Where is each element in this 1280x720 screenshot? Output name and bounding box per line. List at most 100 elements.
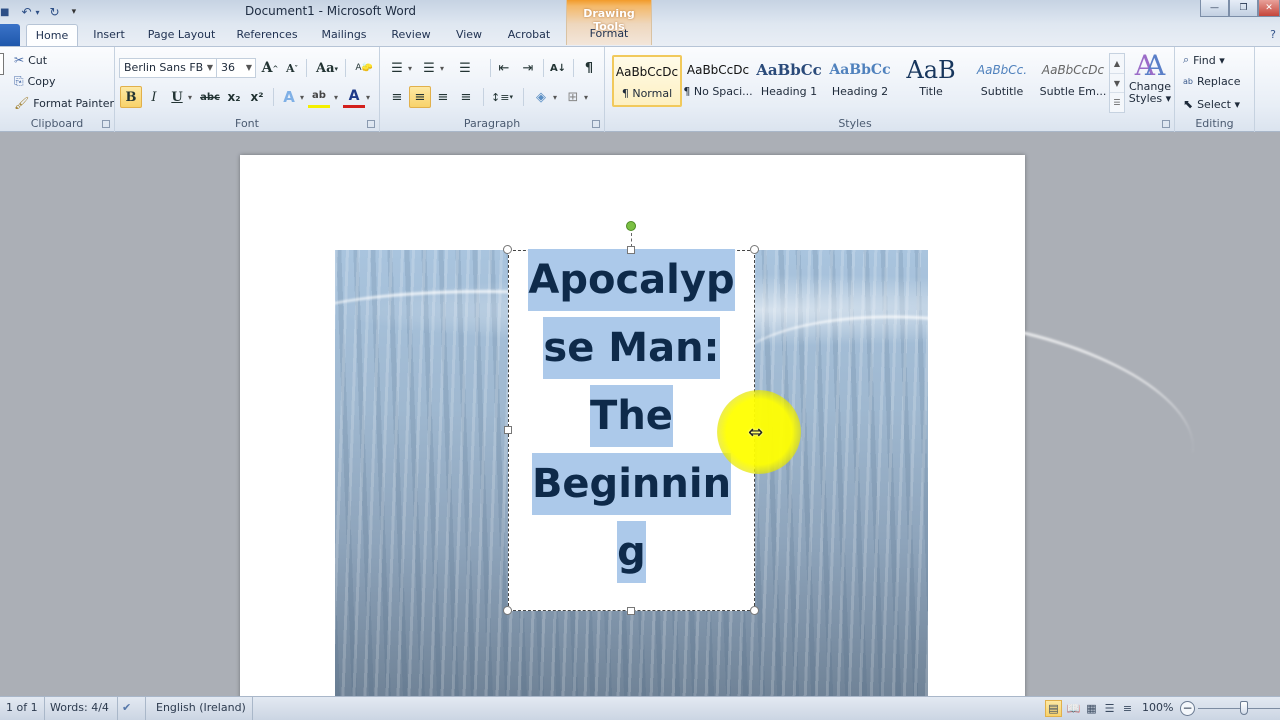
cut-button[interactable]: ✂ Cut — [14, 53, 47, 67]
text-effects-button[interactable]: A — [278, 86, 300, 108]
save-icon[interactable]: ■ — [0, 7, 9, 18]
font-size-select[interactable]: 36 ▼ — [216, 58, 256, 78]
numbering-dropdown-icon[interactable]: ▾ — [440, 64, 444, 73]
proofing-icon[interactable]: ✔ — [116, 697, 146, 720]
style-normal[interactable]: AaBbCcDc ¶ Normal — [612, 55, 682, 107]
styles-launcher-icon[interactable] — [1162, 120, 1170, 128]
tab-view[interactable]: View — [450, 24, 488, 46]
highlight-button[interactable]: ab — [308, 86, 330, 108]
document-page[interactable]: Apocalyp se Man: The Beginnin g ⇔ — [240, 155, 1207, 696]
customize-qat-icon[interactable]: ▾ — [72, 7, 77, 17]
font-launcher-icon[interactable] — [367, 120, 375, 128]
strikethrough-button[interactable]: abc — [199, 86, 221, 108]
zoom-level[interactable]: 100% — [1142, 697, 1173, 719]
style-title[interactable]: AaB Title — [896, 55, 966, 107]
zoom-slider-thumb[interactable] — [1240, 701, 1248, 715]
align-center-button[interactable]: ≡ — [409, 86, 431, 108]
shading-dropdown-icon[interactable]: ▾ — [553, 93, 557, 102]
italic-button[interactable]: I — [143, 86, 165, 108]
bold-button[interactable]: B — [120, 86, 142, 108]
style-subtitle[interactable]: AaBbCc. Subtitle — [967, 55, 1037, 107]
draft-view-icon[interactable]: ≡ — [1119, 700, 1136, 717]
shading-button[interactable]: ◈ — [530, 86, 552, 108]
zoom-slider-track[interactable] — [1198, 708, 1280, 709]
resize-handle-nw[interactable] — [503, 245, 512, 254]
multilevel-list-button[interactable]: ☰ — [454, 57, 476, 79]
tab-review[interactable]: Review — [387, 24, 435, 46]
borders-dropdown-icon[interactable]: ▾ — [584, 93, 588, 102]
format-painter-button[interactable]: 🖌 Format Painter — [14, 96, 114, 110]
restore-button[interactable]: ❐ — [1229, 0, 1258, 17]
resize-handle-ne[interactable] — [750, 245, 759, 254]
find-button[interactable]: ⌕ Find ▾ — [1183, 53, 1225, 67]
style-subtle-emphasis[interactable]: AaBbCcDc Subtle Em... — [1038, 55, 1108, 107]
subscript-button[interactable]: x₂ — [223, 86, 245, 108]
full-screen-reading-icon[interactable]: 📖 — [1065, 700, 1082, 717]
redo-icon[interactable]: ↻ — [50, 5, 60, 19]
justify-button[interactable]: ≡ — [455, 86, 477, 108]
scroll-up-icon[interactable]: ▲ — [1110, 54, 1124, 74]
web-layout-icon[interactable]: ▦ — [1083, 700, 1100, 717]
resize-handle-n[interactable] — [627, 246, 635, 254]
resize-handle-sw[interactable] — [503, 606, 512, 615]
font-color-button[interactable]: A — [343, 86, 365, 108]
text-effects-dropdown-icon[interactable]: ▾ — [300, 93, 304, 102]
underline-button[interactable]: U — [166, 86, 188, 108]
line-spacing-button[interactable]: ↕≡ ▾ — [488, 86, 516, 108]
tab-home[interactable]: Home — [26, 24, 78, 46]
resize-handle-w[interactable] — [504, 426, 512, 434]
sort-button[interactable]: A↓ — [547, 57, 569, 79]
align-left-button[interactable]: ≡ — [386, 86, 408, 108]
select-button[interactable]: ⬉ Select ▾ — [1183, 97, 1240, 111]
change-case-button[interactable]: Aa ▾ — [313, 57, 341, 79]
bullets-dropdown-icon[interactable]: ▾ — [408, 64, 412, 73]
page-count[interactable]: 1 of 1 — [0, 697, 45, 720]
borders-button[interactable]: ⊞ — [562, 86, 584, 108]
tab-acrobat[interactable]: Acrobat — [503, 24, 555, 46]
outline-view-icon[interactable]: ☰ — [1101, 700, 1118, 717]
print-layout-view-icon[interactable]: ▤ — [1045, 700, 1062, 717]
tab-format[interactable]: Format — [567, 23, 651, 45]
font-color-dropdown-icon[interactable]: ▾ — [366, 93, 370, 102]
word-count[interactable]: Words: 4/4 — [42, 697, 118, 720]
tab-mailings[interactable]: Mailings — [316, 24, 372, 46]
zoom-out-button[interactable]: − — [1180, 701, 1195, 716]
scroll-down-icon[interactable]: ▼ — [1110, 74, 1124, 94]
document-area[interactable]: Apocalyp se Man: The Beginnin g ⇔ — [0, 132, 1280, 696]
numbering-button[interactable]: ☰ — [418, 57, 440, 79]
superscript-button[interactable]: x² — [246, 86, 268, 108]
style-no-spacing[interactable]: AaBbCcDc ¶ No Spaci... — [683, 55, 753, 107]
bullets-button[interactable]: ☰ — [386, 57, 408, 79]
font-name-select[interactable]: Berlin Sans FB ▼ — [119, 58, 217, 78]
change-styles-button[interactable]: AA Change Styles ▾ — [1127, 51, 1173, 115]
minimize-button[interactable]: — — [1200, 0, 1229, 17]
paste-icon[interactable] — [0, 53, 4, 75]
resize-handle-s[interactable] — [627, 607, 635, 615]
tab-file[interactable] — [0, 24, 20, 46]
increase-indent-button[interactable]: ⇥ — [517, 57, 539, 79]
replace-button[interactable]: ab Replace — [1183, 75, 1241, 88]
tab-references[interactable]: References — [233, 24, 301, 46]
grow-font-button[interactable]: A ^ — [259, 57, 281, 79]
close-button[interactable]: ✕ — [1258, 0, 1280, 17]
tab-insert[interactable]: Insert — [86, 24, 132, 46]
clipboard-launcher-icon[interactable] — [102, 120, 110, 128]
language-indicator[interactable]: English (Ireland) — [150, 697, 253, 720]
paragraph-launcher-icon[interactable] — [592, 120, 600, 128]
tab-page-layout[interactable]: Page Layout — [144, 24, 219, 46]
rotation-handle[interactable] — [626, 221, 636, 231]
highlight-dropdown-icon[interactable]: ▾ — [334, 93, 338, 102]
undo-dropdown-icon[interactable]: ▾ — [36, 8, 40, 17]
styles-gallery-scroll[interactable]: ▲ ▼ ☰ — [1109, 53, 1125, 113]
style-heading-1[interactable]: AaBbCc Heading 1 — [754, 55, 824, 107]
show-formatting-marks-button[interactable]: ¶ — [578, 57, 600, 79]
underline-dropdown-icon[interactable]: ▾ — [188, 93, 192, 102]
resize-handle-se[interactable] — [750, 606, 759, 615]
copy-button[interactable]: ⎘ Copy — [14, 74, 56, 89]
clear-formatting-button[interactable]: A🧽 — [353, 57, 375, 79]
shrink-font-button[interactable]: Aˇ — [281, 57, 303, 79]
align-right-button[interactable]: ≡ — [432, 86, 454, 108]
help-icon[interactable]: ? — [1270, 28, 1276, 41]
style-heading-2[interactable]: AaBbCc Heading 2 — [825, 55, 895, 107]
decrease-indent-button[interactable]: ⇤ — [493, 57, 515, 79]
